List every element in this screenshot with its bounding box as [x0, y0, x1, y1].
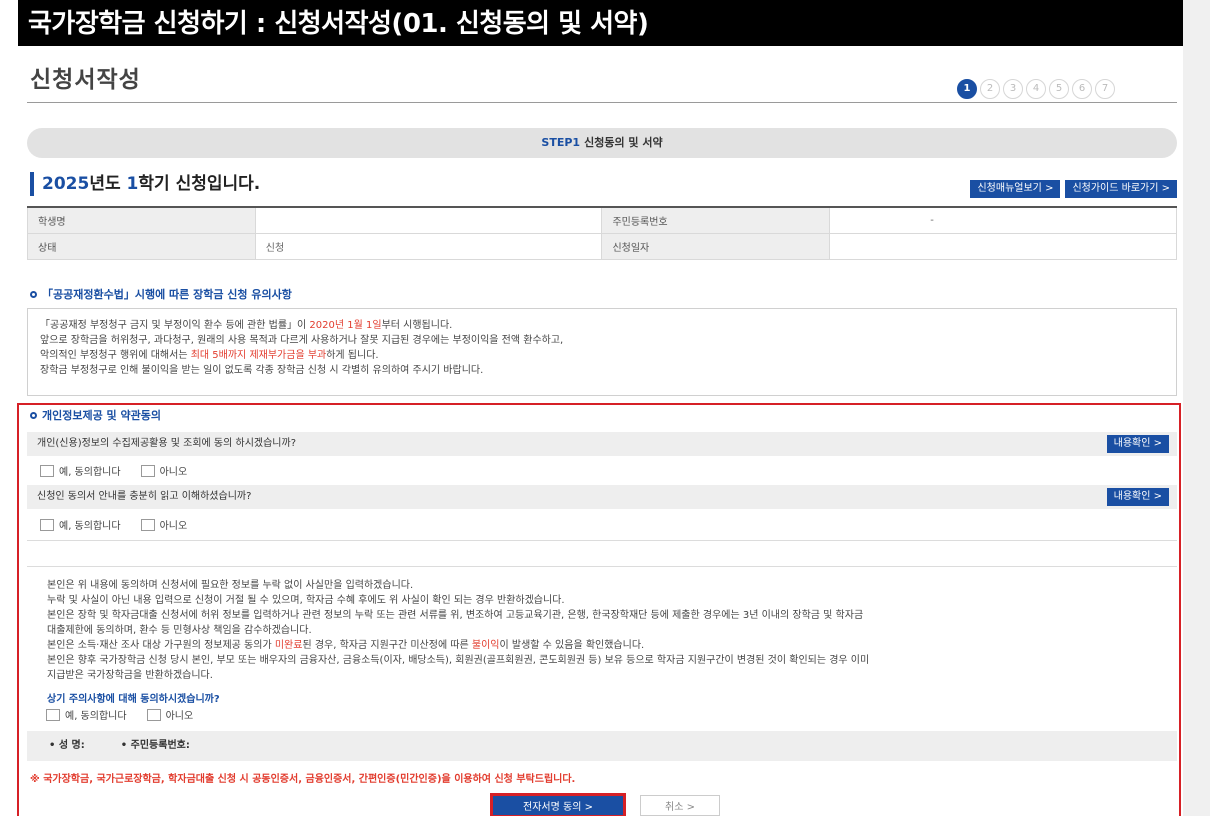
cancel-button[interactable]: 취소 >: [640, 795, 720, 816]
resident-no-label: 주민등록번호: [601, 206, 831, 234]
apply-date-value: [829, 232, 1177, 260]
step-2: 2: [980, 79, 1000, 99]
step-6: 6: [1072, 79, 1092, 99]
pledge-question: 상기 주의사항에 대해 동의하시겠습니까?: [47, 694, 220, 705]
agree-checkbox-2[interactable]: [40, 518, 54, 531]
view-manual-button[interactable]: 신청매뉴얼보기 >: [970, 180, 1061, 198]
view-content-button-2[interactable]: 내용확인 >: [1106, 488, 1169, 506]
semester-year-suffix: 년도: [89, 174, 127, 194]
consent-options-2: 예, 동의합니다 아니오: [40, 517, 187, 532]
pledge-agree-checkbox[interactable]: [46, 708, 60, 721]
divider: [27, 566, 1177, 567]
step-bar: STEP1 신청동의 및 서약: [27, 128, 1177, 158]
step-4: 4: [1026, 79, 1046, 99]
student-name-value: [254, 206, 603, 234]
notice-line: 장학금 부정청구로 인해 불이익을 받는 일이 없도록 각종 장학금 신청 시 …: [40, 365, 484, 376]
semester-year: 2025: [42, 174, 90, 194]
step-label: 신청동의 및 서약: [584, 136, 663, 149]
bullet-circle-icon: [30, 291, 37, 298]
pledge-options: 예, 동의합니다 아니오: [46, 707, 193, 722]
bullet-circle-icon: [30, 412, 37, 419]
pledge-disagree-checkbox[interactable]: [146, 708, 161, 721]
consent-options-1: 예, 동의합니다 아니오: [40, 463, 187, 478]
pledge-text: 본인은 위 내용에 동의하며 신청서에 필요한 정보를 누락 없이 사실만을 입…: [47, 580, 870, 681]
step-7: 7: [1095, 79, 1115, 99]
agree-checkbox-1[interactable]: [40, 464, 54, 477]
student-name-label: 학생명: [27, 206, 256, 234]
notice-line: 「공공재정 부정청구 금지 및 부정이익 환수 등에 관한 법률」이 2020년…: [40, 320, 453, 331]
notice-section-title: 「공공재정환수법」시행에 따른 장학금 신청 유의사항: [30, 286, 292, 302]
semester-heading: 2025년도 1학기 신청입니다.: [30, 172, 260, 196]
signer-info-row: • 성 명: • 주민등록번호:: [27, 731, 1177, 761]
consent-question-1: 개인(신용)정보의 수집제공활용 및 조회에 동의 하시겠습니까? 내용확인 >: [27, 432, 1177, 456]
apply-date-label: 신청일자: [601, 232, 831, 260]
view-content-button-1[interactable]: 내용확인 >: [1106, 435, 1169, 453]
resident-no-value: -: [829, 206, 1177, 234]
status-label: 상태: [27, 232, 256, 260]
guide-link-button[interactable]: 신청가이드 바로가기 >: [1065, 180, 1177, 198]
status-value: 신청: [254, 232, 603, 260]
semester-term-suffix: 학기 신청입니다.: [138, 174, 261, 194]
step-3: 3: [1003, 79, 1023, 99]
applicant-info-table: 학생명 주민등록번호 - 상태 신청 신청일자: [27, 206, 1177, 260]
notice-line: 앞으로 장학금을 허위청구, 과다청구, 원래의 사용 목적과 다르게 사용하거…: [40, 335, 564, 346]
table-row: 상태 신청 신청일자: [27, 232, 1177, 260]
step-number: STEP1: [541, 136, 581, 149]
top-button-group: 신청매뉴얼보기 > 신청가이드 바로가기 >: [970, 180, 1177, 198]
certificate-warning: ※ 국가장학금, 국가근로장학금, 학자금대출 신청 시 공동인증서, 금융인증…: [30, 774, 576, 785]
step-1: 1: [957, 79, 977, 99]
table-row: 학생명 주민등록번호 -: [27, 206, 1177, 234]
disagree-checkbox-2[interactable]: [140, 518, 155, 531]
step-5: 5: [1049, 79, 1069, 99]
page-banner: 국가장학금 신청하기 : 신청서작성(01. 신청동의 및 서약): [18, 0, 1183, 46]
signer-name-label: • 성 명:: [49, 740, 85, 751]
disagree-checkbox-1[interactable]: [140, 464, 155, 477]
title-divider: [27, 102, 1177, 103]
page-title: 신청서작성: [30, 67, 141, 93]
e-signature-agree-button[interactable]: 전자서명 동의 >: [490, 793, 626, 816]
right-scroll-gutter: [1183, 0, 1210, 816]
signer-resident-label: • 주민등록번호:: [120, 740, 190, 751]
notice-line: 악의적인 부정청구 행위에 대해서는 최대 5배까지 제재부가금을 부과하게 됩…: [40, 350, 379, 361]
consent-question-2: 신청인 동의서 안내를 충분히 읽고 이해하셨습니까? 내용확인 >: [27, 485, 1177, 509]
notice-box: 「공공재정 부정청구 금지 및 부정이익 환수 등에 관한 법률」이 2020년…: [27, 308, 1177, 396]
divider: [27, 540, 1177, 541]
semester-term: 1: [126, 174, 139, 194]
consent-section-title: 개인정보제공 및 약관동의: [30, 407, 161, 423]
step-indicator: 1 2 3 4 5 6 7: [957, 79, 1115, 99]
